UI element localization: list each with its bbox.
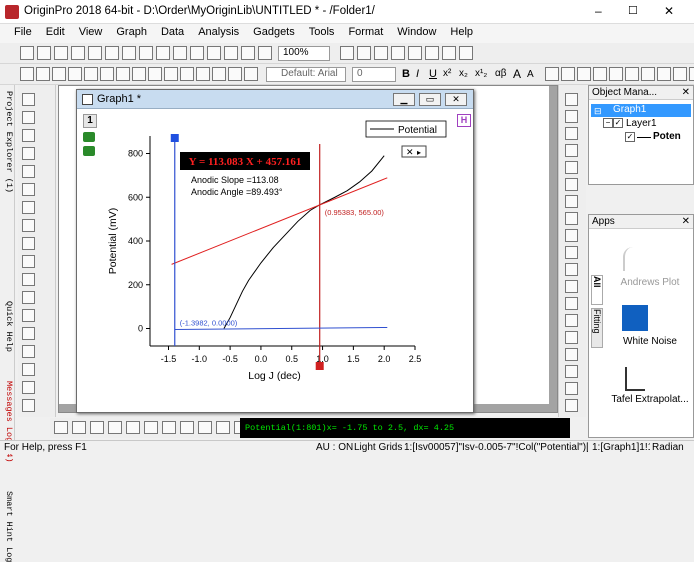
app-andrews-plot[interactable]: Andrews Plot [607, 277, 693, 288]
tree-plot-item[interactable]: Poten [653, 131, 681, 142]
y-tick-label: 0 [138, 324, 143, 334]
status-help: For Help, press F1 [4, 442, 87, 453]
status-column: 1:[Isv00057]"Isv-0.005-7"!Col("Potential… [404, 442, 588, 453]
anodic-angle-text: Anodic Angle =89.493° [191, 187, 283, 197]
andrews-plot-icon[interactable] [623, 247, 643, 271]
toolbar-icon[interactable] [126, 421, 140, 434]
app-tafel[interactable]: Tafel Extrapolat... [607, 394, 693, 406]
y-axis-label: Potential (mV) [107, 208, 119, 275]
x-tick-label: 2.5 [409, 354, 422, 364]
toolbar-icon[interactable] [162, 421, 176, 434]
x-tick-label: 0.0 [255, 354, 268, 364]
x-axis-label: Log J (dec) [248, 370, 301, 382]
status-au: AU : ON [316, 442, 354, 453]
plot-checkbox[interactable]: ✓ [625, 132, 635, 142]
toolbar-icon[interactable] [108, 421, 122, 434]
status-unit: Radian [652, 442, 684, 453]
toolbar-icon[interactable] [198, 421, 212, 434]
white-noise-icon[interactable] [622, 305, 648, 331]
cursor1-baseline [174, 327, 388, 330]
anodic-slope-text: Anodic Slope =113.08 [191, 175, 279, 185]
equation-text: Y = 113.083 X + 457.161 [189, 156, 302, 168]
y-tick-label: 400 [128, 236, 143, 246]
toolbar-icon[interactable] [54, 421, 68, 434]
toolbar-icon[interactable] [144, 421, 158, 434]
cursor1-label: (-1.3982, 0.0000) [180, 319, 238, 328]
status-grid: Light Grids [354, 442, 403, 453]
object-manager-title-text: Object Mana... [592, 87, 658, 98]
x-tick-label: -1.5 [161, 354, 177, 364]
apps-tab-fitting[interactable]: Fitting [591, 308, 603, 348]
status-bar: For Help, press F1 AU : ON Light Grids 1… [0, 440, 694, 454]
tree-layer-toggle-icon[interactable]: − [603, 118, 613, 128]
layer-checkbox[interactable]: ✓ [613, 118, 623, 128]
script-window[interactable]: Potential(1:801)x= -1.75 to 2.5, dx= 4.2… [240, 418, 570, 438]
toolbar-icon[interactable] [180, 421, 194, 434]
object-manager-close-icon[interactable]: ✕ [682, 86, 690, 100]
tafel-icon[interactable] [625, 367, 645, 391]
toolbar-icon[interactable] [90, 421, 104, 434]
cursor2-handle [315, 362, 324, 370]
apps-panel: Apps ✕ All Fitting Andrews Plot White Noi… [588, 214, 694, 438]
tree-graph-item[interactable]: Graph1 [591, 104, 691, 117]
apps-title: Apps ✕ [589, 215, 693, 229]
x-tick-label: 1.5 [347, 354, 360, 364]
x-tick-label: -0.5 [222, 354, 238, 364]
x-tick-label: -1.0 [192, 354, 208, 364]
toolbar-icon[interactable] [72, 421, 86, 434]
apps-tab-all[interactable]: All [591, 275, 603, 305]
x-tick-label: 0.5 [285, 354, 298, 364]
x-tick-label: 2.0 [378, 354, 391, 364]
smart-hint-tab[interactable]: Smart Hint Log [0, 491, 14, 562]
cursor1-handle [170, 134, 179, 142]
toolbar-icon[interactable] [216, 421, 230, 434]
app-white-noise[interactable]: White Noise [607, 336, 693, 347]
tree-collapse-icon[interactable]: ⊟ [594, 106, 602, 117]
plot-line-icon [637, 137, 651, 138]
cursor-widget-close-icon: ✕ [406, 147, 414, 157]
cursor-widget-menu-icon: ▸ [417, 148, 421, 157]
y-tick-label: 200 [128, 280, 143, 290]
object-manager-panel: Object Mana... ✕ Graph1 ⊟ Layer1 − ✓ ✓ Po… [588, 85, 694, 185]
status-graph: 1:[Graph1]1!1 [592, 442, 650, 453]
y-tick-label: 600 [128, 192, 143, 202]
object-manager-title: Object Mana... ✕ [589, 86, 693, 100]
cursor2-label: (0.95383, 565.00) [325, 208, 385, 217]
apps-close-icon[interactable]: ✕ [682, 215, 690, 229]
legend-label: Potential [398, 125, 437, 136]
apps-title-text: Apps [592, 216, 615, 227]
bottom-toolbar [50, 418, 248, 438]
y-tick-label: 800 [128, 149, 143, 159]
